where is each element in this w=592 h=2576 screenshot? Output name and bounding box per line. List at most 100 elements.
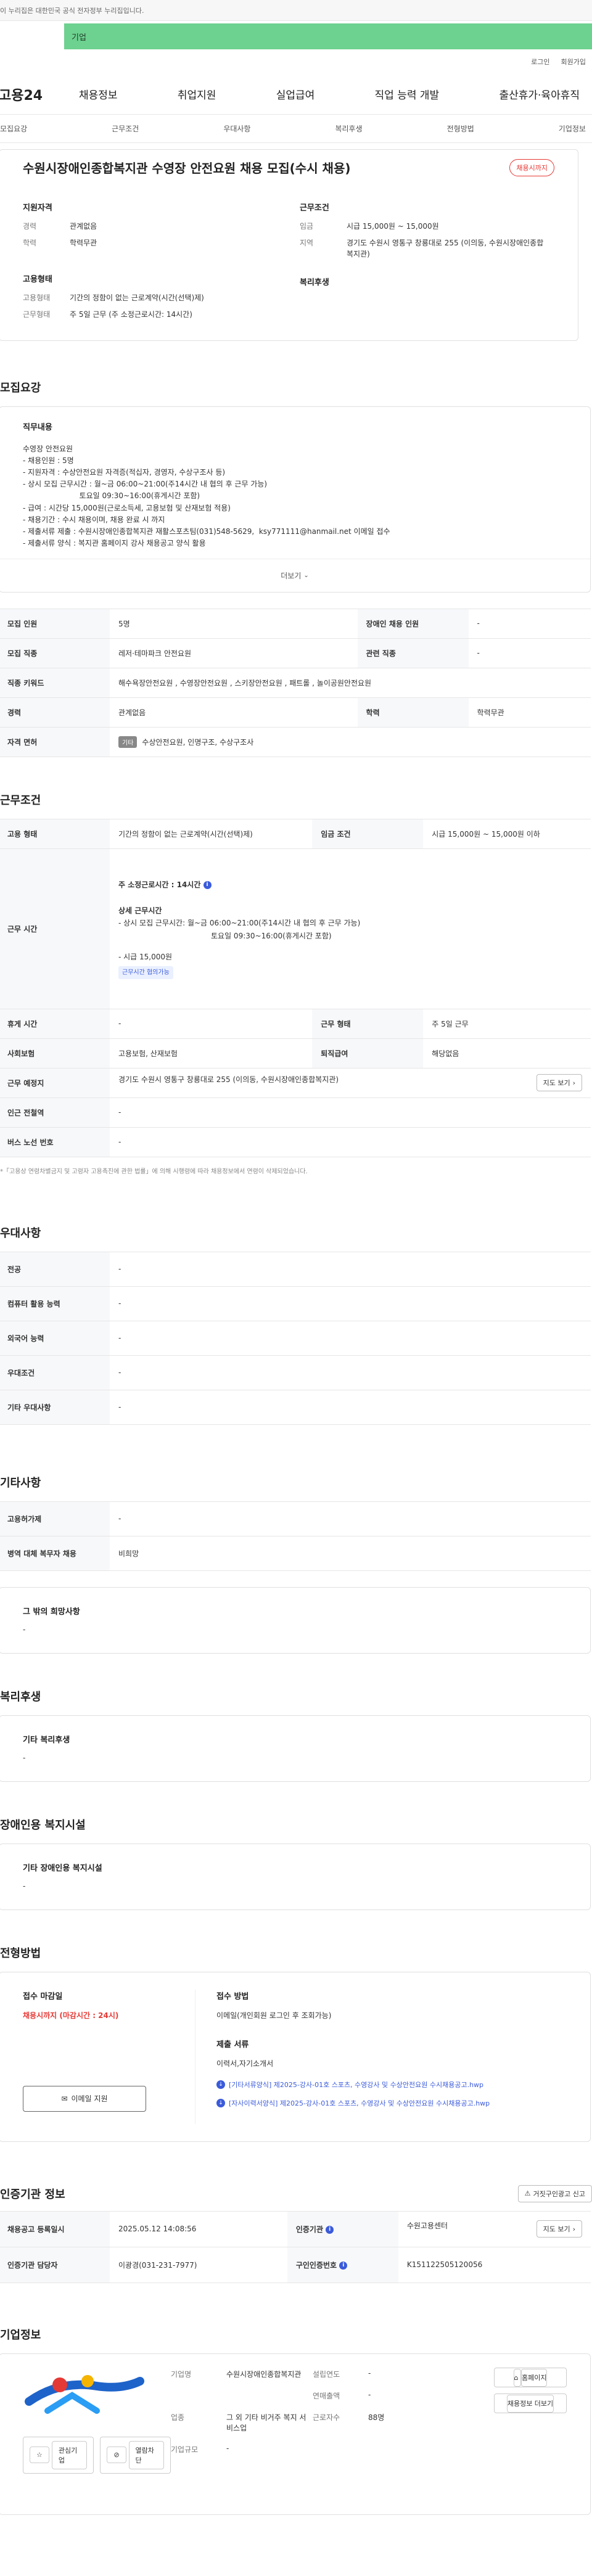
file-link[interactable]: ↓ [기타서류양식] 제2025-강사-01호 스포츠, 수영강사 및 수상안전요…: [216, 2080, 567, 2090]
count-label: 모집 인원: [0, 608, 110, 639]
staff-label: 근로자수: [313, 2413, 340, 2422]
cond-wage-value: 시급 15,000원 ~ 15,000원 이하: [423, 818, 591, 849]
pref-label: 컴퓨터 활용 능력: [0, 1286, 110, 1321]
report-button[interactable]: ⚠ 거짓구인광고 신고: [517, 2184, 592, 2202]
subnav-preferences[interactable]: 우대사항: [223, 123, 250, 134]
subnav-recruit[interactable]: 모집요강: [0, 123, 27, 134]
retire-label: 퇴직급여: [312, 1038, 424, 1069]
org-label-cell: 인증기관 i: [287, 2210, 398, 2247]
gnb-item-training[interactable]: 직업 능력 개발: [369, 86, 446, 102]
more-button[interactable]: 더보기 ⌄: [0, 558, 590, 592]
age-note: *「고용상 연령차별금지 및 고령자 고용촉진에 관한 법률」에 의해 시행령에…: [0, 1168, 308, 1175]
mail-icon: ✉: [61, 2094, 68, 2103]
gnb-item-employment-support[interactable]: 취업지원: [171, 86, 223, 102]
subnav-welfare[interactable]: 복리후생: [335, 123, 362, 134]
founded-label: 설립연도: [313, 2369, 340, 2379]
file-link[interactable]: ↓ [자사이력서양식] 제2025-강사-01호 스포츠, 수영강사 및 수상안전…: [216, 2098, 567, 2108]
job-title: 수원시장애인종합복지관 수영장 안전요원 채용 모집(수시 채용): [23, 161, 351, 176]
manager-label: 인증기관 담당자: [0, 2246, 110, 2283]
retire-value: 해당없음: [423, 1038, 591, 1069]
table-row: 근무 예정지 경기도 수원시 영통구 창룡대로 255 (이의동, 수원시장애인…: [0, 1067, 591, 1098]
pref-value: -: [110, 1251, 591, 1287]
file-link-label: [자사이력서양식] 제2025-강사-01호 스포츠, 수영강사 및 수상안전요…: [229, 2099, 490, 2107]
table-row: 기타 우대사항 -: [0, 1389, 591, 1425]
signup-link[interactable]: 회원가입: [561, 57, 586, 67]
duty-box: 직무내용 수영장 안전요원 - 채용인원 : 5명 - 지원자격 : 수상안전요…: [0, 406, 591, 593]
docs-value: 이력서,자기소개서: [216, 2059, 274, 2068]
table-row: 사회보험 고용보험, 산재보험 퇴직급여 해당없음: [0, 1038, 591, 1069]
license-value: 수상안전요원, 인명구조, 수상구조사: [142, 737, 254, 747]
conditions-table: 고용 형태 기간의 정함이 없는 근로계약(시간(선택)제) 임금 조건 시급 …: [0, 818, 591, 1157]
subway-value: -: [110, 1097, 591, 1128]
rel-job-label: 관련 직종: [357, 638, 469, 668]
tab-spacer: [6, 23, 64, 49]
info-icon[interactable]: i: [203, 880, 212, 889]
welfare-value: -: [23, 1753, 26, 1762]
deadline-badge: 채용시까지: [509, 158, 554, 176]
wage-label: 임금: [300, 222, 314, 231]
hours-line-2: 토요일 09:30~16:00(휴게시간 포함): [211, 931, 332, 940]
cert-map-button[interactable]: 지도 보기 ›: [536, 2220, 582, 2238]
disabled-label: 장애인 채용 인원: [357, 608, 469, 639]
gnb-item-unemployment[interactable]: 실업급여: [270, 86, 321, 102]
more-jobs-button[interactable]: 채용정보 더보기: [494, 2393, 567, 2413]
table-row: 병역 대체 복무자 채용 비희망: [0, 1535, 591, 1571]
homepage-button[interactable]: ⌂ 홈페이지: [494, 2367, 567, 2387]
job-label: 모집 직종: [0, 638, 110, 668]
gnb-item-jobs[interactable]: 채용정보: [73, 86, 124, 102]
disabled-fac-label: 기타 장애인용 복지시설: [23, 1863, 102, 1873]
subnav-company[interactable]: 기업정보: [559, 123, 586, 134]
scale-value: -: [226, 2443, 229, 2453]
pref-label: 기타 우대사항: [0, 1389, 110, 1425]
tab-personal[interactable]: 개인: [0, 23, 6, 49]
tab-corporate[interactable]: 기업: [64, 23, 592, 49]
company-logo: [23, 2368, 146, 2423]
equip-value: -: [110, 1501, 591, 1536]
block-view-button[interactable]: ⊘ 열람차단: [100, 2436, 171, 2474]
disabled-fac-value: -: [23, 1881, 26, 1890]
chevron-right-icon: ›: [572, 1078, 575, 1087]
subnav-method[interactable]: 전형방법: [447, 123, 474, 134]
emp-type-label: 고용형태: [23, 293, 51, 302]
subnav-conditions[interactable]: 근무조건: [112, 123, 139, 134]
method-box: 접수 마감일 채용시까지 (마감시간 : 24시) ✉ 이메일 지원 접수 방법…: [0, 1971, 591, 2142]
global-nav: 고용24 채용정보 취업지원 실업급여 직업 능력 개발 출산휴가·육아휴직: [0, 74, 592, 115]
email-apply-label: 이메일 지원: [71, 2094, 108, 2104]
login-link[interactable]: 로그인: [531, 57, 549, 67]
edu-row-value: 학력무관: [468, 697, 591, 728]
info-icon[interactable]: i: [326, 2225, 334, 2234]
file-link-label: [기타서류양식] 제2025-강사-01호 스포츠, 수영강사 및 수상안전요원…: [229, 2080, 484, 2089]
welfare-box: 기타 복리후생 -: [0, 1715, 591, 1782]
download-icon: ↓: [216, 2080, 225, 2089]
license-label: 자격 면허: [0, 726, 110, 757]
count-value: 5명: [110, 608, 358, 639]
table-row: 직종 키워드 해수욕장안전요원 , 수영장안전요원 , 스키장안전요원 , 패트…: [0, 667, 591, 698]
work-form-label: 근무 형태: [312, 1008, 424, 1039]
map-button[interactable]: 지도 보기 ›: [536, 1074, 582, 1092]
table-row: 인근 전철역 -: [0, 1097, 591, 1128]
id-label-cell: 구인인증번호 i: [287, 2246, 398, 2283]
report-button-label: 거짓구인광고 신고: [533, 2189, 585, 2198]
fav-company-button[interactable]: ☆ 관심기업: [23, 2436, 94, 2474]
tab-personal-label: 개인: [0, 25, 6, 48]
insurance-value: 고용보험, 산재보험: [110, 1038, 313, 1069]
id-label: 구인인증번호: [295, 2260, 337, 2270]
company-name-label: 기업명: [171, 2369, 192, 2379]
break-label: 휴게 시간: [0, 1008, 110, 1039]
welfare-head: 복리후생: [300, 278, 329, 288]
cond-emp-value: 기간의 정함이 없는 근로계약(시간(선택)제): [110, 818, 313, 849]
founded-value: -: [368, 2368, 371, 2377]
condition-head: 근무조건: [300, 203, 329, 213]
table-row: 모집 인원 5명 장애인 채용 인원 -: [0, 608, 591, 639]
recruit-table: 모집 인원 5명 장애인 채용 인원 - 모집 직종 레저·테마파크 안전요원 …: [0, 608, 591, 757]
info-icon[interactable]: i: [339, 2261, 348, 2270]
military-label: 병역 대체 복무자 채용: [0, 1535, 110, 1571]
org-value: 수원고용센터: [406, 2221, 448, 2231]
warning-icon: ⚠: [524, 2189, 531, 2198]
gnb-item-leave[interactable]: 출산휴가·육아휴직: [493, 86, 586, 102]
wish-value: -: [23, 1625, 26, 1634]
work-form-value: 주 5일 근무: [423, 1008, 591, 1039]
emp-type-value: 기간의 정함이 없는 근로계약(시간(선택)제): [70, 293, 204, 302]
email-apply-button[interactable]: ✉ 이메일 지원: [23, 2085, 146, 2112]
site-logo[interactable]: 고용24: [0, 84, 73, 104]
